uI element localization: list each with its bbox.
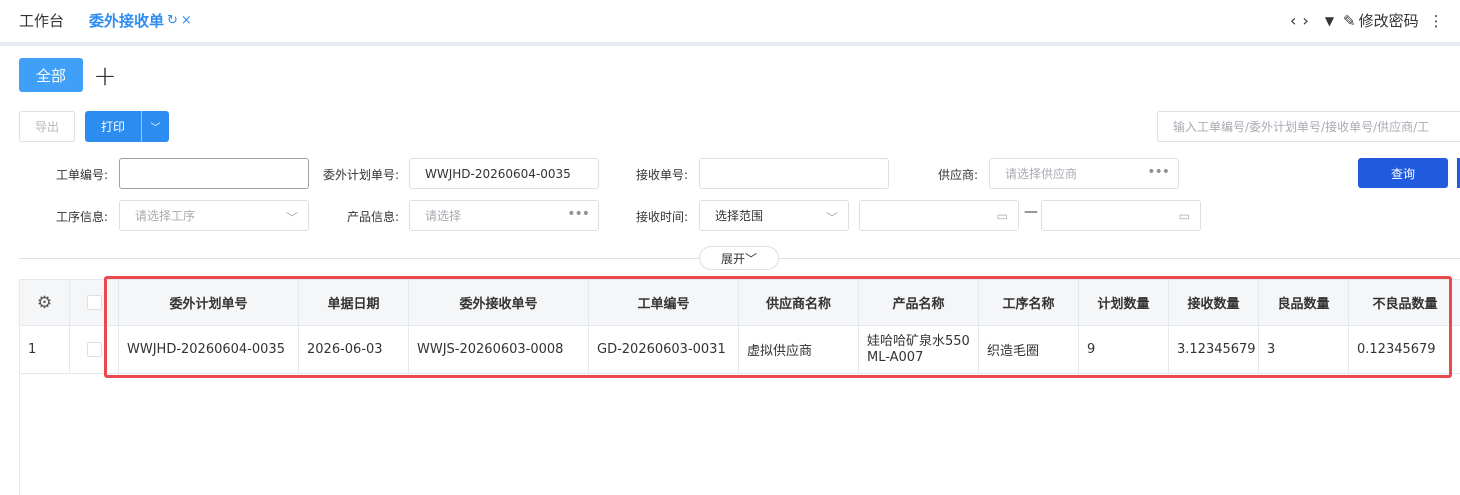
column-header[interactable]: 供应商名称 xyxy=(739,280,859,325)
chevron-down-icon[interactable]: ﹀ xyxy=(142,119,169,134)
row-index: 1 xyxy=(20,326,70,373)
caret-down-icon[interactable]: ▼ xyxy=(1325,14,1334,28)
table-cell: 虚拟供应商 xyxy=(739,326,859,373)
product-placeholder: 请选择 xyxy=(425,209,462,223)
table-cell: 0.12345679 xyxy=(1357,342,1436,357)
process-select[interactable]: 请选择工序 ﹀ xyxy=(119,200,309,231)
chevron-left-icon[interactable]: ‹ xyxy=(1290,11,1302,30)
column-header[interactable]: 产品名称 xyxy=(859,280,979,325)
process-placeholder: 请选择工序 xyxy=(135,209,196,223)
add-view-icon[interactable]: + xyxy=(93,58,117,92)
calendar-icon: ▭ xyxy=(996,209,1008,223)
tab-workbench[interactable]: 工作台 xyxy=(19,10,64,31)
select-all-checkbox[interactable] xyxy=(86,295,102,310)
chevron-down-icon: ﹀ xyxy=(825,211,838,225)
column-header[interactable]: 委外计划单号 xyxy=(119,280,299,325)
chevron-down-icon: ﹀ xyxy=(285,211,298,225)
column-header[interactable]: 单据日期 xyxy=(299,280,409,325)
column-header[interactable]: 接收数量 xyxy=(1169,280,1259,325)
receive-time-range-select[interactable]: 选择范围 ﹀ xyxy=(699,200,849,231)
table-row[interactable]: 1 WWJHD-20260604-0035 2026-06-03 WWJS-20… xyxy=(20,326,1460,374)
table-cell: WWJS-20260603-0008 xyxy=(409,326,589,373)
export-button[interactable]: 导出 xyxy=(19,111,75,142)
receipt-table: ⚙ 委外计划单号 单据日期 委外接收单号 工单编号 供应商名称 产品名称 工序名… xyxy=(19,279,1460,495)
product-label: 产品信息: xyxy=(346,210,399,224)
process-label: 工序信息: xyxy=(55,210,108,224)
more-icon[interactable]: ⋮ xyxy=(1429,12,1444,30)
more-dots-icon: ••• xyxy=(567,206,590,222)
column-header[interactable]: 委外接收单号 xyxy=(409,280,589,325)
top-right-tools: ‹› ▼ ✎ 修改密码 ⋮ xyxy=(1290,10,1444,31)
column-header[interactable]: 良品数量 xyxy=(1259,280,1349,325)
chevron-right-icon[interactable]: › xyxy=(1302,11,1314,30)
column-header[interactable]: 工序名称 xyxy=(979,280,1079,325)
plan-no-input[interactable]: WWJHD-20260604-0035 xyxy=(409,158,599,189)
select-all-cell xyxy=(70,280,119,325)
receive-no-input[interactable] xyxy=(699,158,889,189)
column-settings[interactable]: ⚙ xyxy=(20,280,70,325)
tab-outsource-receipt-label: 委外接收单 xyxy=(89,12,165,30)
table-cell: 9 xyxy=(1079,326,1169,373)
row-select-cell xyxy=(70,326,119,373)
more-dots-icon: ••• xyxy=(1147,164,1170,180)
supplier-select[interactable]: 请选择供应商 ••• xyxy=(989,158,1179,189)
receive-time-label: 接收时间: xyxy=(635,210,688,224)
table-cell: 3.12345679 xyxy=(1169,326,1259,373)
end-date-input[interactable]: ▭ xyxy=(1041,200,1201,231)
close-icon[interactable]: × xyxy=(181,13,192,28)
supplier-placeholder: 请选择供应商 xyxy=(1005,167,1078,181)
calendar-icon: ▭ xyxy=(1178,209,1190,223)
work-order-input[interactable] xyxy=(119,158,309,189)
row-checkbox[interactable] xyxy=(86,342,102,357)
column-header[interactable]: 不良品数量 xyxy=(1349,280,1460,325)
table-header: ⚙ 委外计划单号 单据日期 委外接收单号 工单编号 供应商名称 产品名称 工序名… xyxy=(20,280,1460,326)
print-button-group: 打印 ﹀ xyxy=(85,111,169,142)
change-password-link[interactable]: 修改密码 xyxy=(1359,10,1419,31)
receive-no-label: 接收单号: xyxy=(635,168,688,182)
top-bar: 工作台 委外接收单 ↻ × ‹› ▼ ✎ 修改密码 ⋮ xyxy=(0,0,1460,42)
table-cell: 织造毛圈 xyxy=(979,326,1079,373)
column-header[interactable]: 工单编号 xyxy=(589,280,739,325)
expand-button[interactable]: 展开﹀ xyxy=(699,246,779,270)
start-date-input[interactable]: ▭ xyxy=(859,200,1019,231)
print-button[interactable]: 打印 xyxy=(85,118,141,135)
gear-icon[interactable]: ⚙ xyxy=(37,293,52,313)
view-all-button[interactable]: 全部 xyxy=(19,58,83,92)
table-cell: GD-20260603-0031 xyxy=(589,326,739,373)
receive-time-range-value: 选择范围 xyxy=(715,209,764,223)
query-button[interactable]: 查询 xyxy=(1358,158,1448,188)
product-select[interactable]: 请选择 ••• xyxy=(409,200,599,231)
refresh-icon[interactable]: ↻ xyxy=(167,13,178,28)
edit-icon: ✎ xyxy=(1343,11,1356,30)
work-order-label: 工单编号: xyxy=(55,168,108,182)
column-header[interactable]: 计划数量 xyxy=(1079,280,1169,325)
tab-nav: ‹› xyxy=(1290,11,1315,30)
top-divider xyxy=(0,42,1460,46)
table-cell: WWJHD-20260604-0035 xyxy=(119,326,299,373)
supplier-label: 供应商: xyxy=(937,168,978,182)
table-cell: 2026-06-03 xyxy=(299,326,409,373)
plan-no-label: 委外计划单号: xyxy=(322,168,399,182)
table-cell: 娃哈哈矿泉水550ML-A007 xyxy=(859,326,979,373)
table-cell: 3 xyxy=(1259,326,1349,373)
range-separator: — xyxy=(1024,204,1038,220)
global-search-input[interactable]: 输入工单编号/委外计划单号/接收单号/供应商/工 xyxy=(1157,111,1460,142)
tab-outsource-receipt[interactable]: 委外接收单 ↻ × xyxy=(89,10,192,31)
